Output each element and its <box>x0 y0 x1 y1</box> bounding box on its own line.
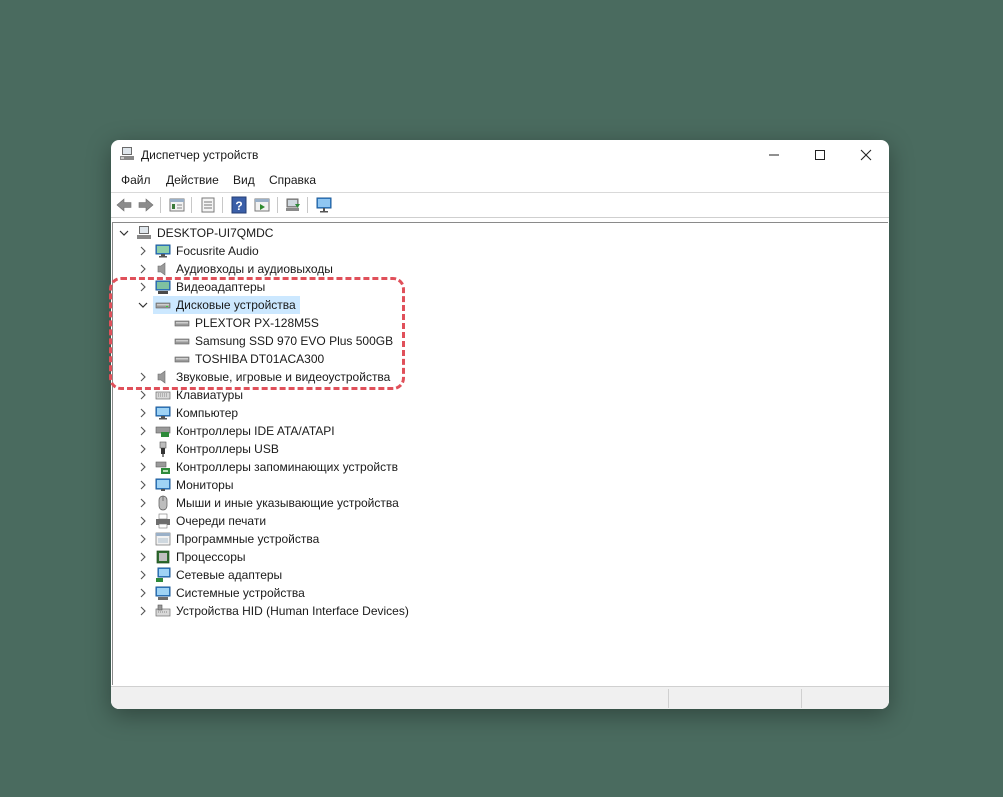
tree-item-label: Аудиовходы и аудиовыходы <box>176 262 333 276</box>
tree-root[interactable]: DESKTOP-UI7QMDC <box>113 224 883 242</box>
minimize-icon <box>769 154 779 156</box>
tree-item-label: Программные устройства <box>176 532 320 546</box>
update-driver-icon[interactable] <box>284 196 302 214</box>
tree-item-software-devices[interactable]: Программные устройства <box>113 530 883 548</box>
chevron-right-icon[interactable] <box>137 263 149 275</box>
tree-item-label: Процессоры <box>176 550 246 564</box>
usb-icon <box>159 441 167 457</box>
tree-item-label: Контроллеры IDE ATA/ATAPI <box>176 424 335 438</box>
ide-controller-icon <box>155 426 171 437</box>
computer-icon <box>155 406 171 420</box>
close-icon <box>860 149 872 161</box>
chevron-right-icon[interactable] <box>137 443 149 455</box>
tree-item-label: Сетевые адаптеры <box>176 568 283 582</box>
tree-item-monitors[interactable]: Мониторы <box>113 476 883 494</box>
chevron-right-icon[interactable] <box>137 497 149 509</box>
tree-item-label: Контроллеры запоминающих устройств <box>176 460 398 474</box>
help-icon[interactable]: ? <box>230 196 248 214</box>
tree-item-computer[interactable]: Компьютер <box>113 404 883 422</box>
maximize-button[interactable] <box>797 140 843 170</box>
chevron-right-icon[interactable] <box>137 461 149 473</box>
device-manager-app-icon <box>120 147 134 160</box>
back-arrow-icon[interactable] <box>115 196 133 214</box>
chevron-right-icon[interactable] <box>137 407 149 419</box>
tree-item-hid[interactable]: Устройства HID (Human Interface Devices) <box>113 602 883 620</box>
tree-item-processors[interactable]: Процессоры <box>113 548 883 566</box>
storage-controller-icon <box>155 461 170 474</box>
tree-item-audio-inputs-outputs[interactable]: Аудиовходы и аудиовыходы <box>113 260 883 278</box>
tree-item-mice[interactable]: Мыши и иные указывающие устройства <box>113 494 883 512</box>
maximize-icon <box>815 150 825 160</box>
properties-sheet-icon[interactable] <box>168 196 186 214</box>
chevron-right-icon[interactable] <box>137 551 149 563</box>
menu-action[interactable]: Действие <box>166 173 219 187</box>
title-bar: Диспетчер устройств <box>111 140 889 170</box>
chevron-right-icon[interactable] <box>137 479 149 491</box>
chevron-right-icon[interactable] <box>137 533 149 545</box>
tree-item-label: Focusrite Audio <box>176 244 259 258</box>
monitor-scan-icon[interactable] <box>315 196 333 214</box>
status-bar <box>111 686 889 709</box>
tree-item-storage-controllers[interactable]: Контроллеры запоминающих устройств <box>113 458 883 476</box>
list-view-icon[interactable] <box>199 196 217 214</box>
mouse-icon <box>158 495 168 511</box>
highlight-annotation <box>109 277 405 390</box>
minimize-button[interactable] <box>751 140 797 170</box>
tree-item-usb-controllers[interactable]: Контроллеры USB <box>113 440 883 458</box>
chevron-right-icon[interactable] <box>137 587 149 599</box>
printer-icon <box>156 513 170 529</box>
speaker-icon <box>157 262 166 276</box>
run-driver-icon[interactable] <box>253 196 271 214</box>
tree-item-label: Очереди печати <box>176 514 267 528</box>
chevron-right-icon[interactable] <box>137 389 149 401</box>
forward-arrow-icon[interactable] <box>137 196 155 214</box>
tree-item-label: Мониторы <box>176 478 234 492</box>
device-manager-window: Диспетчер устройств Файл Действие Вид Сп… <box>111 140 889 709</box>
menu-view[interactable]: Вид <box>233 173 255 187</box>
network-adapter-icon <box>156 567 171 582</box>
tree-item-label: Контроллеры USB <box>176 442 279 456</box>
software-device-icon <box>155 532 171 546</box>
toolbar: ? <box>111 193 889 218</box>
audio-monitor-icon <box>155 244 171 258</box>
status-divider <box>801 689 802 708</box>
tree-root-label: DESKTOP-UI7QMDC <box>157 226 274 240</box>
chevron-right-icon[interactable] <box>137 515 149 527</box>
chevron-right-icon[interactable] <box>137 245 149 257</box>
close-button[interactable] <box>843 140 889 170</box>
computer-root-icon <box>137 226 151 239</box>
chevron-right-icon[interactable] <box>137 425 149 437</box>
status-divider <box>668 689 669 708</box>
tree-item-label: Компьютер <box>176 406 239 420</box>
tree-item-label: Устройства HID (Human Interface Devices) <box>176 604 409 618</box>
window-title: Диспетчер устройств <box>141 148 259 162</box>
menu-file[interactable]: Файл <box>121 173 151 187</box>
hid-icon <box>155 604 171 617</box>
tree-item-label: Мыши и иные указывающие устройства <box>176 496 399 510</box>
tree-item-label: Системные устройства <box>176 586 305 600</box>
processor-icon <box>156 550 170 564</box>
monitor-icon <box>155 478 171 491</box>
system-device-icon <box>155 586 171 600</box>
tree-item-system-devices[interactable]: Системные устройства <box>113 584 883 602</box>
tree-item-ide-controllers[interactable]: Контроллеры IDE ATA/ATAPI <box>113 422 883 440</box>
tree-item-network-adapters[interactable]: Сетевые адаптеры <box>113 566 883 584</box>
menu-help[interactable]: Справка <box>269 173 316 187</box>
tree-item-print-queues[interactable]: Очереди печати <box>113 512 883 530</box>
svg-text:?: ? <box>235 199 242 213</box>
chevron-down-icon[interactable] <box>118 227 130 239</box>
chevron-right-icon[interactable] <box>137 605 149 617</box>
chevron-right-icon[interactable] <box>137 569 149 581</box>
menu-bar: Файл Действие Вид Справка <box>111 170 889 193</box>
tree-item-focusrite-audio[interactable]: Focusrite Audio <box>113 242 883 260</box>
